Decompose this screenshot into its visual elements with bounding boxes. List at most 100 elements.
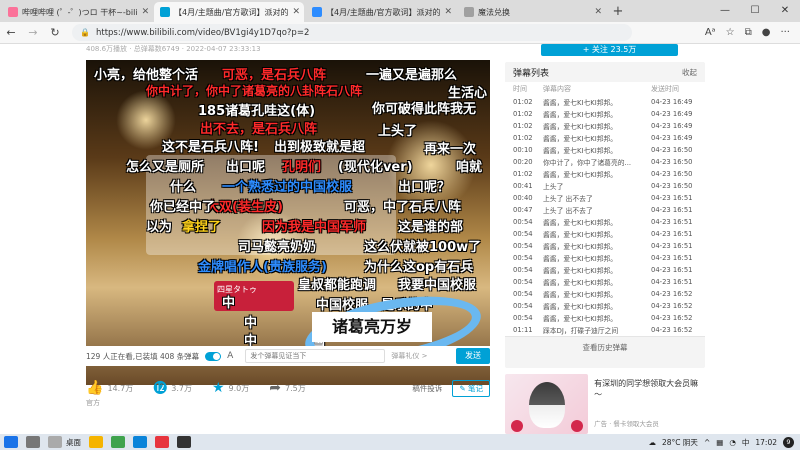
row-send-time: 04-23 16:52	[651, 302, 693, 310]
close-tab-icon[interactable]: ✕	[292, 7, 300, 17]
input-method-icon[interactable]: 中	[742, 437, 750, 448]
danmaku-list-row[interactable]: 00:54 酱酱，爱七KI七KI邦邦。 04-23 16:51	[505, 240, 705, 252]
file-explorer-icon[interactable]	[89, 436, 103, 448]
danmaku-list-row[interactable]: 00:54 酱酱，爱七KI七KI邦邦。 04-23 16:51	[505, 228, 705, 240]
danmaku-list-row[interactable]: 00:54 酱酱，爱七KI七KI邦邦。 04-23 16:52	[505, 300, 705, 312]
weather-text[interactable]: 28°C 阴天	[662, 437, 698, 448]
note-button[interactable]: ✎ 笔记	[452, 379, 490, 397]
danmaku-list-row[interactable]: 00:54 酱酱，爱七KI七KI邦邦。 04-23 16:51	[505, 252, 705, 264]
danmaku-toggle[interactable]	[205, 351, 222, 361]
panel-title: 弹幕列表	[513, 68, 550, 79]
collapse-button[interactable]: 收起	[682, 67, 697, 78]
danmaku-list-row[interactable]: 00:47 上头了 出不去了 04-23 16:51	[505, 204, 705, 216]
danmaku-list-row[interactable]: 00:54 酱酱，爱七KI七KI邦邦。 04-23 16:52	[505, 312, 705, 324]
danmaku-comment: 孔明们	[282, 160, 322, 175]
close-tab-icon[interactable]: ✕	[594, 7, 602, 17]
close-tab-icon[interactable]: ✕	[444, 7, 452, 17]
danmaku-list-row[interactable]: 00:41 上头了 04-23 16:50	[505, 180, 705, 192]
notification-badge[interactable]: 9	[783, 436, 794, 448]
danmaku-settings-icon[interactable]: A	[227, 351, 233, 361]
tab-bilibili-home[interactable]: 哔哩哔哩 (゜-゜)つロ 干杯~-bili ✕	[2, 2, 152, 22]
back-arrow-icon[interactable]: ←	[0, 26, 22, 39]
tab-video-active[interactable]: 【4月/主题曲/官方歌词】派对的 ✕	[154, 2, 304, 22]
windows-start-icon[interactable]	[4, 436, 18, 448]
favorite-star-icon[interactable]: ☆	[726, 27, 735, 38]
minimize-button[interactable]: —	[710, 0, 740, 22]
row-send-time: 04-23 16:51	[651, 266, 693, 274]
danmaku-list-row[interactable]: 00:54 酱酱，爱七KI七KI邦邦。 04-23 16:51	[505, 276, 705, 288]
like-button[interactable]: 👍 14.7万	[86, 380, 133, 396]
danmaku-list-row[interactable]: 00:20 你中计了，你中了诸葛亮的... 04-23 16:50	[505, 156, 705, 168]
danmaku-list-row[interactable]: 00:54 酱酱，爱七KI七KI邦邦。 04-23 16:52	[505, 288, 705, 300]
network-icon[interactable]: ▦	[716, 438, 723, 447]
more-menu-icon[interactable]: ···	[780, 27, 790, 38]
ad-body: 有深圳的同学想领取大会员嘛～ 广告 · 餐卡领取大会员	[594, 374, 705, 434]
coin-button[interactable]: ⓬ 3.7万	[153, 378, 192, 398]
danmaku-comment: 185诸葛孔哇这(体)	[198, 104, 316, 119]
danmaku-comment: 你中计了，你中了诸葛亮的八卦阵石八阵	[146, 84, 363, 98]
close-tab-icon[interactable]: ✕	[142, 7, 150, 17]
danmaku-list-row[interactable]: 01:02 酱酱，爱七KI七KI邦邦。 04-23 16:49	[505, 108, 705, 120]
send-danmaku-button[interactable]: 发送	[456, 348, 490, 364]
row-time: 01:02	[513, 98, 533, 106]
danmaku-list-row[interactable]: 01:02 酱酱，爱七KI七KI邦邦。 04-23 16:49	[505, 96, 705, 108]
row-time: 00:41	[513, 182, 533, 190]
danmaku-comment: 中	[222, 296, 236, 311]
lock-icon: 🔒	[80, 28, 90, 37]
danmaku-comment: 拿捏了	[182, 220, 222, 235]
column-time[interactable]: 时间	[513, 84, 543, 94]
tray-arrow-icon[interactable]: ^	[704, 438, 710, 447]
row-time: 00:54	[513, 218, 533, 226]
new-tab-button[interactable]: +	[608, 2, 628, 22]
tab-magic-redeem[interactable]: 魔法兑换 ✕	[458, 2, 608, 22]
row-content: 酱酱，爱七KI七KI邦邦。	[543, 111, 618, 119]
search-icon[interactable]	[26, 436, 40, 448]
forward-arrow-icon[interactable]: →	[22, 26, 44, 39]
app-icon[interactable]	[177, 436, 191, 448]
danmaku-etiquette-link[interactable]: 弹幕礼仪 >	[391, 351, 427, 361]
follow-button[interactable]: + 关注 23.5万	[541, 44, 678, 56]
row-content: 酱酱，爱七KI七KI邦邦。	[543, 279, 618, 287]
store-icon[interactable]	[111, 436, 125, 448]
danmaku-input[interactable]	[245, 349, 386, 363]
edge-browser-icon[interactable]	[133, 436, 147, 448]
maximize-button[interactable]: ☐	[740, 0, 770, 22]
reading-mode-icon[interactable]: Aᵃ	[705, 27, 716, 38]
share-button[interactable]: ➦ 7.5万	[269, 380, 305, 396]
ad-thumbnail[interactable]	[505, 374, 589, 434]
desktop-label[interactable]: 桌面	[66, 437, 81, 448]
danmaku-list-row[interactable]: 00:54 酱酱，爱七KI七KI邦邦。 04-23 16:51	[505, 216, 705, 228]
row-send-time: 04-23 16:52	[651, 314, 693, 322]
ad-card[interactable]: 有深圳的同学想领取大会员嘛～ 广告 · 餐卡领取大会员	[505, 374, 705, 434]
url-input[interactable]: 🔒 https://www.bilibili.com/video/BV1gi4y…	[72, 24, 632, 41]
volume-icon[interactable]: ◔	[729, 438, 736, 447]
row-time: 00:54	[513, 230, 533, 238]
task-view-icon[interactable]	[48, 436, 62, 448]
column-content[interactable]: 弹幕内容	[543, 84, 651, 94]
favorite-button[interactable]: ★ 9.0万	[212, 380, 249, 396]
danmaku-list-row[interactable]: 01:02 酱酱，爱七KI七KI邦邦。 04-23 16:49	[505, 120, 705, 132]
app-icon[interactable]	[155, 436, 169, 448]
danmaku-list-row[interactable]: 01:02 酱酱，爱七KI七KI邦邦。 04-23 16:49	[505, 132, 705, 144]
clock[interactable]: 17:02	[755, 438, 777, 447]
page-favicon-icon	[464, 7, 474, 17]
weather-icon: ☁	[648, 437, 657, 447]
close-window-button[interactable]: ✕	[770, 0, 800, 22]
tab-video-2[interactable]: 【4月/主题曲/官方歌词】派对的 ✕	[306, 2, 456, 22]
profile-icon[interactable]: ●	[762, 27, 771, 38]
video-player[interactable]: 四星タトゥ 小亮，给他整个活 可恶，是石兵八阵 一遍又是遍那么 你中计了，你中了…	[86, 60, 490, 385]
danmaku-comment: 再来一次	[424, 142, 477, 157]
report-link[interactable]: 稿件投诉	[412, 383, 442, 394]
collections-icon[interactable]: ⧉	[745, 27, 752, 38]
ad-title[interactable]: 有深圳的同学想领取大会员嘛～	[594, 378, 705, 400]
danmaku-list-row[interactable]: 01:02 酱酱，爱七KI七KI邦邦。 04-23 16:50	[505, 168, 705, 180]
danmaku-list-row[interactable]: 00:40 上头了 出不去了 04-23 16:51	[505, 192, 705, 204]
danmaku-list-row[interactable]: 00:54 酱酱，爱七KI七KI邦邦。 04-23 16:51	[505, 264, 705, 276]
refresh-icon[interactable]: ↻	[44, 26, 66, 39]
danmaku-list-row[interactable]: 01:11 踩本DJ，打碟子迪厅之间 04-23 16:52	[505, 324, 705, 336]
row-time: 00:54	[513, 266, 533, 274]
view-history-button[interactable]: 查看历史弹幕	[505, 336, 705, 358]
danmaku-list[interactable]: 01:02 酱酱，爱七KI七KI邦邦。 04-23 16:49 01:02 酱酱，爱七K…	[505, 96, 705, 336]
danmaku-list-row[interactable]: 00:10 酱酱，爱七KI七KI邦邦。 04-23 16:50	[505, 144, 705, 156]
column-send-time[interactable]: 发送时间	[651, 84, 697, 94]
